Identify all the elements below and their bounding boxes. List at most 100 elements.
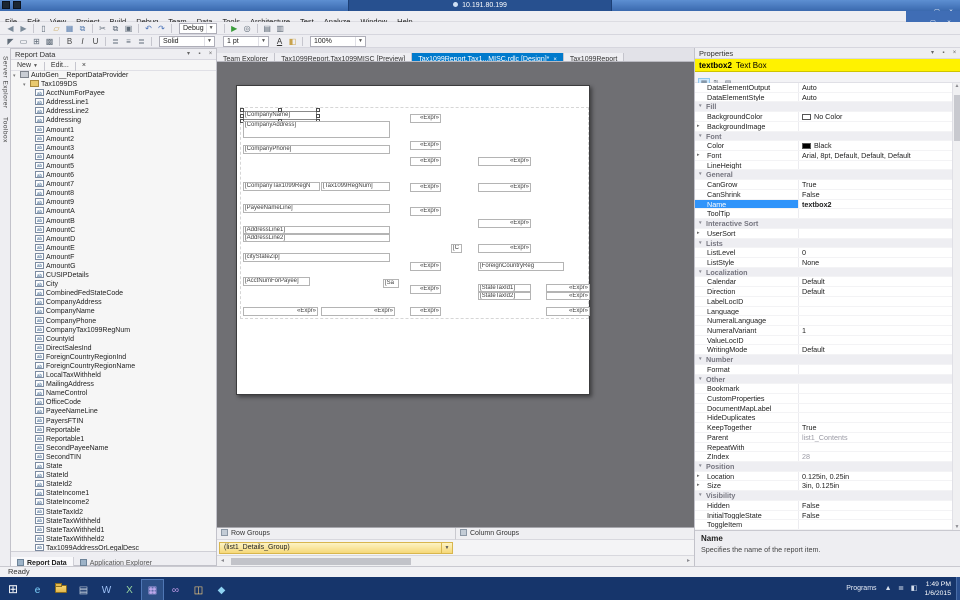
selection-handle[interactable] bbox=[240, 108, 244, 112]
chevron-down-icon[interactable]: ▼ bbox=[441, 543, 452, 553]
property-row-dataelementoutput[interactable]: DataElementOutputAuto bbox=[695, 83, 952, 93]
chevron-down-icon[interactable]: ▾ bbox=[183, 49, 194, 60]
forward-icon[interactable]: ▶ bbox=[17, 22, 30, 35]
chevron-down-icon[interactable]: ▾ bbox=[927, 48, 938, 59]
property-value[interactable]: 1 bbox=[799, 326, 952, 335]
volume-icon[interactable]: ◧ bbox=[908, 577, 921, 600]
property-value[interactable]: 28 bbox=[799, 452, 952, 461]
property-name[interactable]: Bookmark bbox=[695, 384, 799, 393]
property-value[interactable] bbox=[799, 316, 952, 325]
property-name[interactable]: ▸Font bbox=[695, 151, 799, 160]
excel-icon[interactable]: X bbox=[118, 579, 141, 600]
horizontal-scrollbar[interactable]: ◂ ▸ bbox=[217, 555, 694, 566]
property-value[interactable] bbox=[799, 209, 952, 218]
doc-tab[interactable]: Team Explorer bbox=[217, 53, 275, 62]
property-row-size[interactable]: ▸Size3in, 0.125in bbox=[695, 481, 952, 491]
report-textbox[interactable]: «Expr» bbox=[478, 183, 531, 192]
property-row-customproperties[interactable]: CustomProperties bbox=[695, 394, 952, 404]
property-row-toggleitem[interactable]: ToggleItem bbox=[695, 520, 952, 530]
close-icon[interactable]: × bbox=[205, 49, 216, 60]
row-group-item[interactable]: (list1_Details_Group)▼ bbox=[219, 542, 453, 554]
property-name[interactable]: HideDuplicates bbox=[695, 413, 799, 422]
property-value[interactable]: Black bbox=[799, 141, 952, 150]
report-textbox[interactable]: «Expr» bbox=[410, 183, 441, 192]
property-row-zindex[interactable]: ZIndex28 bbox=[695, 452, 952, 462]
property-name[interactable]: ▸BackgroundImage bbox=[695, 122, 799, 131]
debug-configuration-combo[interactable]: Debug▼ bbox=[179, 23, 217, 34]
property-value[interactable]: Default bbox=[799, 277, 952, 286]
report-textbox[interactable]: «Expr» bbox=[410, 207, 441, 216]
property-row-lineheight[interactable]: LineHeight bbox=[695, 161, 952, 171]
property-row-format[interactable]: Format bbox=[695, 365, 952, 375]
property-name[interactable]: Name bbox=[695, 200, 799, 209]
property-name[interactable]: DataElementStyle bbox=[695, 93, 799, 102]
property-row-valuelocid[interactable]: ValueLocID bbox=[695, 336, 952, 346]
fill-color-icon[interactable]: ◧ bbox=[286, 35, 299, 48]
collapse-icon[interactable]: ▾ bbox=[13, 72, 20, 81]
report-textbox[interactable]: «Expr» bbox=[410, 262, 441, 271]
property-value[interactable]: 0.125in, 0.25in bbox=[799, 472, 952, 481]
property-category-fill[interactable]: ▾Fill bbox=[695, 102, 952, 112]
property-name[interactable]: CanGrow bbox=[695, 180, 799, 189]
property-value[interactable] bbox=[799, 404, 952, 413]
property-value[interactable]: list1_Contents bbox=[799, 433, 952, 442]
property-row-writingmode[interactable]: WritingModeDefault bbox=[695, 345, 952, 355]
report-designer-icon[interactable]: ▦ bbox=[141, 579, 164, 600]
selection-handle[interactable] bbox=[316, 108, 320, 112]
property-name[interactable]: DocumentMapLabel bbox=[695, 404, 799, 413]
report-textbox[interactable]: [AddressLine2] bbox=[243, 234, 390, 242]
property-name[interactable]: Calendar bbox=[695, 277, 799, 286]
property-row-backgroundcolor[interactable]: BackgroundColorNo Color bbox=[695, 112, 952, 122]
property-row-initialtogglestate[interactable]: InitialToggleStateFalse bbox=[695, 511, 952, 521]
property-value[interactable]: Auto bbox=[799, 83, 952, 92]
property-row-cangrow[interactable]: CanGrowTrue bbox=[695, 180, 952, 190]
property-name[interactable]: WritingMode bbox=[695, 345, 799, 354]
property-value[interactable] bbox=[799, 297, 952, 306]
textbox-icon[interactable]: ▭ bbox=[17, 35, 30, 48]
property-row-tooltip[interactable]: ToolTip bbox=[695, 209, 952, 219]
show-desktop-button[interactable] bbox=[956, 577, 960, 600]
doc-tab[interactable]: Tax1099Report.Tax1099MISC [Preview] bbox=[275, 53, 412, 62]
internet-explorer-icon[interactable]: e bbox=[26, 579, 49, 600]
report-textbox[interactable]: [AddressLine1] bbox=[243, 226, 390, 234]
selection-handle[interactable] bbox=[316, 114, 320, 118]
property-value[interactable]: None bbox=[799, 258, 952, 267]
property-name[interactable]: InitialToggleState bbox=[695, 511, 799, 520]
word-icon[interactable]: W bbox=[95, 579, 118, 600]
property-name[interactable]: Language bbox=[695, 307, 799, 316]
border-width-combo[interactable]: 1 pt▼ bbox=[223, 36, 269, 47]
report-textbox[interactable]: [CompanyAddress] bbox=[243, 121, 390, 138]
align-center-icon[interactable]: ≡ bbox=[122, 35, 135, 48]
property-category-visibility[interactable]: ▾Visibility bbox=[695, 491, 952, 501]
property-row-numerallanguage[interactable]: NumeralLanguage bbox=[695, 316, 952, 326]
property-value[interactable] bbox=[799, 413, 952, 422]
sql-server-icon[interactable]: ◫ bbox=[187, 579, 210, 600]
report-textbox[interactable]: [StateTaxId1] bbox=[478, 284, 531, 292]
property-row-color[interactable]: ColorBlack bbox=[695, 141, 952, 151]
report-textbox[interactable]: [CompanyPhone] bbox=[243, 145, 390, 154]
property-value[interactable] bbox=[799, 394, 952, 403]
property-name[interactable]: ListStyle bbox=[695, 258, 799, 267]
visual-studio-icon[interactable]: ∞ bbox=[164, 579, 187, 600]
property-value[interactable]: False bbox=[799, 501, 952, 510]
redo-icon[interactable]: ↷ bbox=[155, 22, 168, 35]
property-value[interactable]: Arial, 8pt, Default, Default, Default bbox=[799, 151, 952, 160]
scroll-left-icon[interactable]: ◂ bbox=[217, 556, 228, 566]
scrollbar-thumb[interactable] bbox=[231, 558, 411, 565]
doc-tab[interactable]: Tax1099Report.Tax1...MISC.rdlc [Design]*… bbox=[412, 53, 564, 62]
scrollbar-thumb[interactable] bbox=[954, 95, 960, 141]
app-icon[interactable]: ◆ bbox=[210, 579, 233, 600]
property-value[interactable] bbox=[799, 229, 952, 238]
property-row-hideduplicates[interactable]: HideDuplicates bbox=[695, 413, 952, 423]
property-row-repeatwith[interactable]: RepeatWith bbox=[695, 443, 952, 453]
uncomment-icon[interactable]: ▥ bbox=[274, 22, 287, 35]
save-icon[interactable]: ▦ bbox=[63, 22, 76, 35]
new-file-icon[interactable]: ▯ bbox=[37, 22, 50, 35]
report-textbox[interactable]: [CompanyTax1099RegN bbox=[243, 182, 320, 191]
property-name[interactable]: ToggleItem bbox=[695, 520, 799, 529]
property-category-number[interactable]: ▾Number bbox=[695, 355, 952, 365]
property-category-interactive-sort[interactable]: ▾Interactive Sort bbox=[695, 219, 952, 229]
report-textbox[interactable]: [C bbox=[451, 244, 462, 253]
selection-handle[interactable] bbox=[278, 108, 282, 112]
report-page[interactable]: [CompanyName][CompanyAddress][CompanyPho… bbox=[236, 85, 590, 395]
